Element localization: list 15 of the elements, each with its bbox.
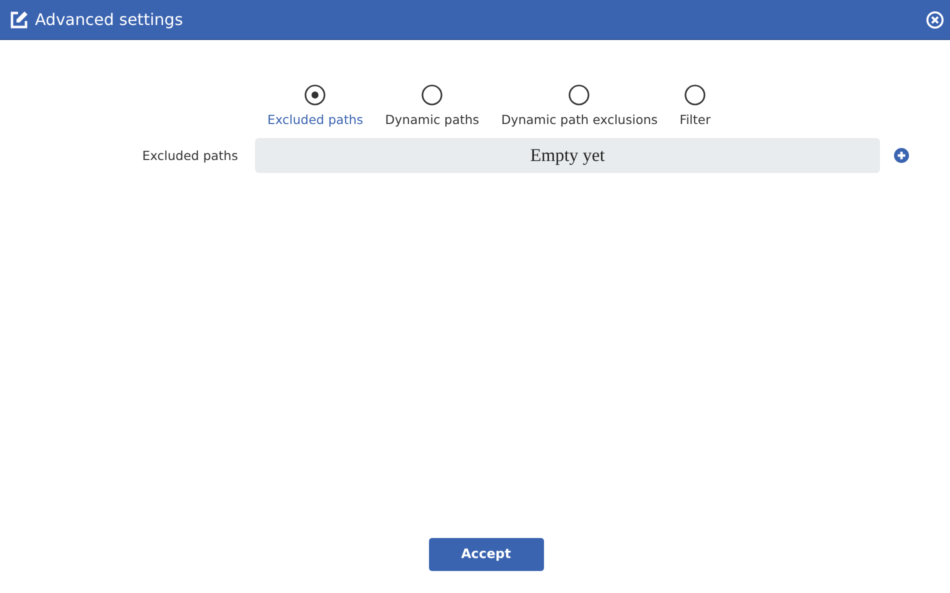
radio-tab[interactable]: Dynamic paths xyxy=(385,84,480,127)
add-icon[interactable] xyxy=(894,148,909,163)
radio-icon[interactable] xyxy=(421,84,444,106)
field-label: Excluded paths xyxy=(141,148,238,163)
edit-icon xyxy=(9,10,29,30)
accept-button[interactable]: Accept xyxy=(428,538,544,571)
radio-icon[interactable] xyxy=(304,84,326,106)
paths-field: Empty yet xyxy=(255,138,880,173)
radio-tab[interactable]: Filter xyxy=(680,84,711,127)
radio-tab[interactable]: Dynamic path exclusions xyxy=(501,84,658,127)
radio-icon[interactable] xyxy=(684,84,706,106)
close-icon[interactable] xyxy=(926,10,944,28)
window-title: Advanced settings xyxy=(35,10,184,29)
radio-icon[interactable] xyxy=(568,84,590,106)
radio-tab[interactable]: Excluded paths xyxy=(267,84,364,127)
